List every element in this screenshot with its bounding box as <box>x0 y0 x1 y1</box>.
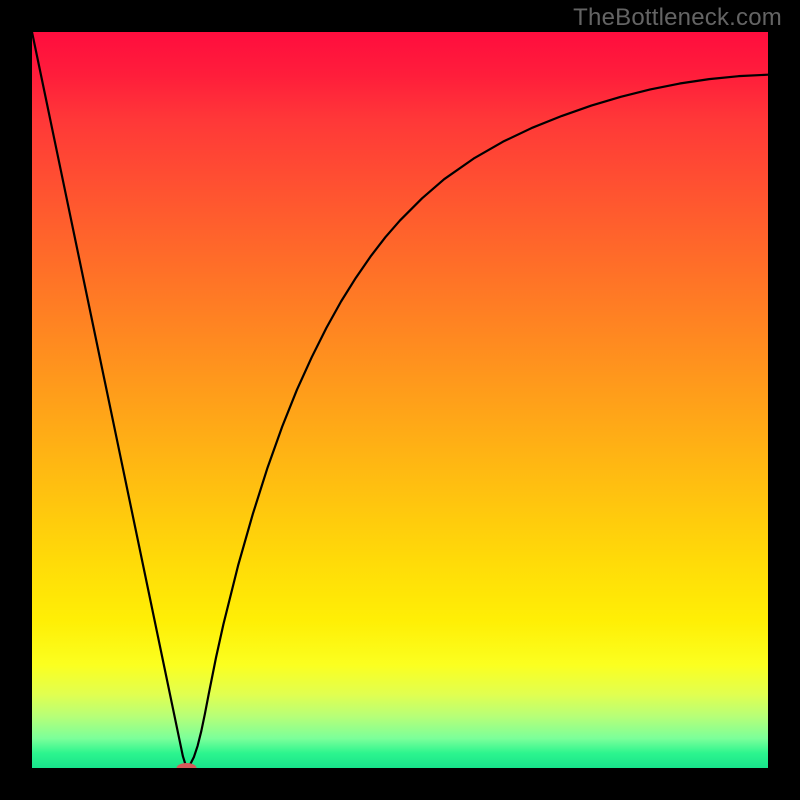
curve-line <box>32 32 768 768</box>
plot-area <box>32 32 768 768</box>
watermark-text: TheBottleneck.com <box>573 4 782 32</box>
curve-svg <box>32 32 768 768</box>
curve-marker <box>177 763 197 768</box>
chart-frame: TheBottleneck.com <box>0 0 800 800</box>
